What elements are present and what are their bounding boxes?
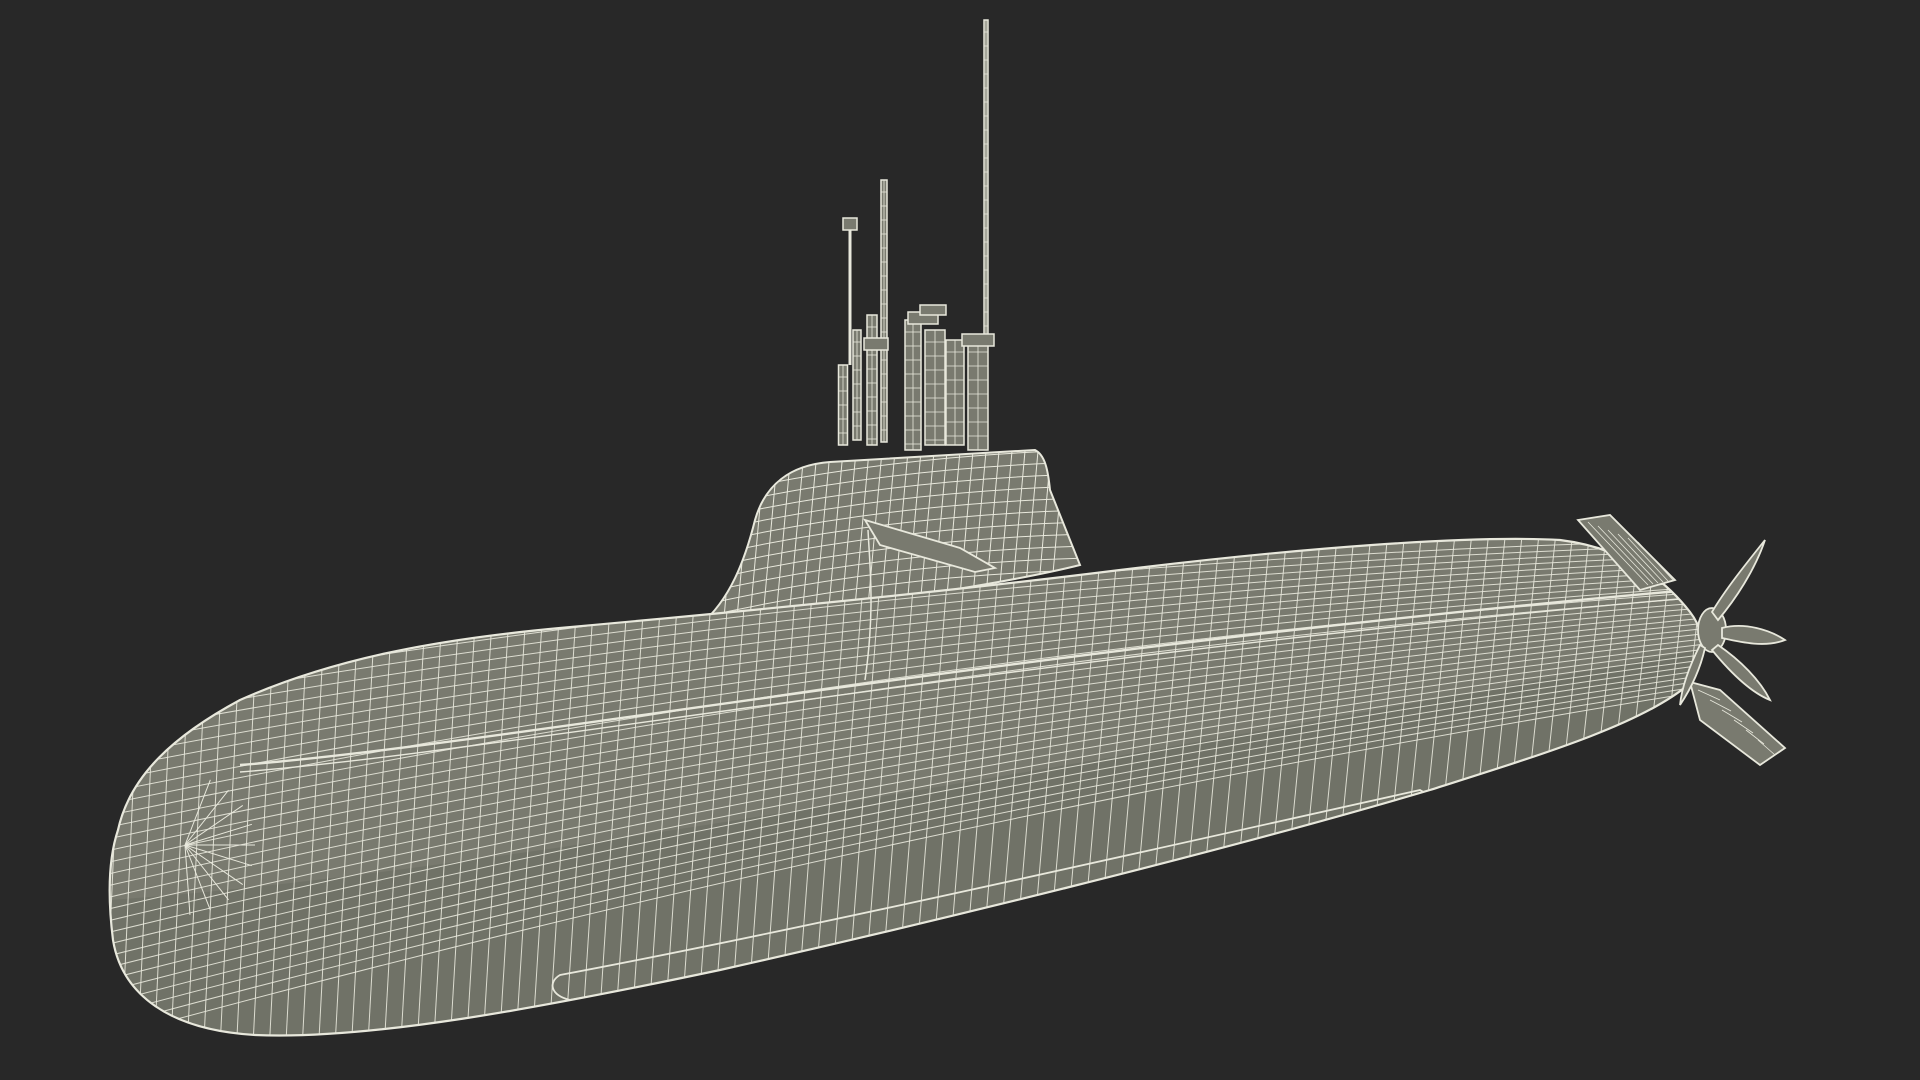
render-canvas <box>0 0 1920 1080</box>
antenna-cap <box>842 217 858 231</box>
sensor-cap <box>863 337 889 351</box>
viewport <box>0 0 1920 1080</box>
sensor-cap <box>961 333 995 347</box>
periscope-head <box>919 304 947 316</box>
